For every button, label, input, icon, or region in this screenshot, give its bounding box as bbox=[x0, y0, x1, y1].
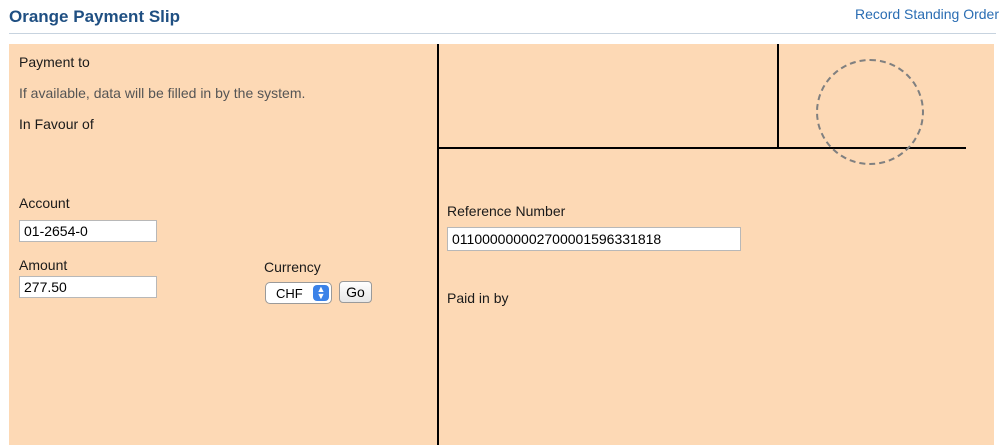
in-favour-of-label: In Favour of bbox=[19, 116, 94, 132]
reference-number-input[interactable] bbox=[447, 227, 741, 251]
page-title: Orange Payment Slip bbox=[9, 7, 180, 26]
slip-center-divider bbox=[437, 44, 439, 445]
select-arrows-icon: ▲ ▼ bbox=[313, 285, 329, 301]
reference-number-label: Reference Number bbox=[447, 203, 566, 219]
currency-label: Currency bbox=[264, 259, 321, 275]
header-divider bbox=[9, 33, 996, 34]
autofill-hint-text: If available, data will be filled in by … bbox=[19, 85, 306, 101]
account-label: Account bbox=[19, 195, 70, 211]
paid-in-by-label: Paid in by bbox=[447, 290, 509, 306]
record-standing-order-link[interactable]: Record Standing Order bbox=[855, 6, 999, 22]
currency-select[interactable]: CHF ▲ ▼ bbox=[265, 282, 332, 304]
stamp-area-divider bbox=[777, 44, 779, 148]
payment-slip: Payment to If available, data will be fi… bbox=[9, 44, 994, 445]
amount-label: Amount bbox=[19, 257, 68, 273]
account-input[interactable] bbox=[19, 220, 157, 242]
payment-to-label: Payment to bbox=[19, 54, 90, 70]
currency-selected-value: CHF bbox=[276, 286, 303, 301]
stamp-circle-icon bbox=[816, 59, 924, 165]
go-button[interactable]: Go bbox=[339, 281, 372, 303]
amount-input[interactable] bbox=[19, 276, 157, 298]
